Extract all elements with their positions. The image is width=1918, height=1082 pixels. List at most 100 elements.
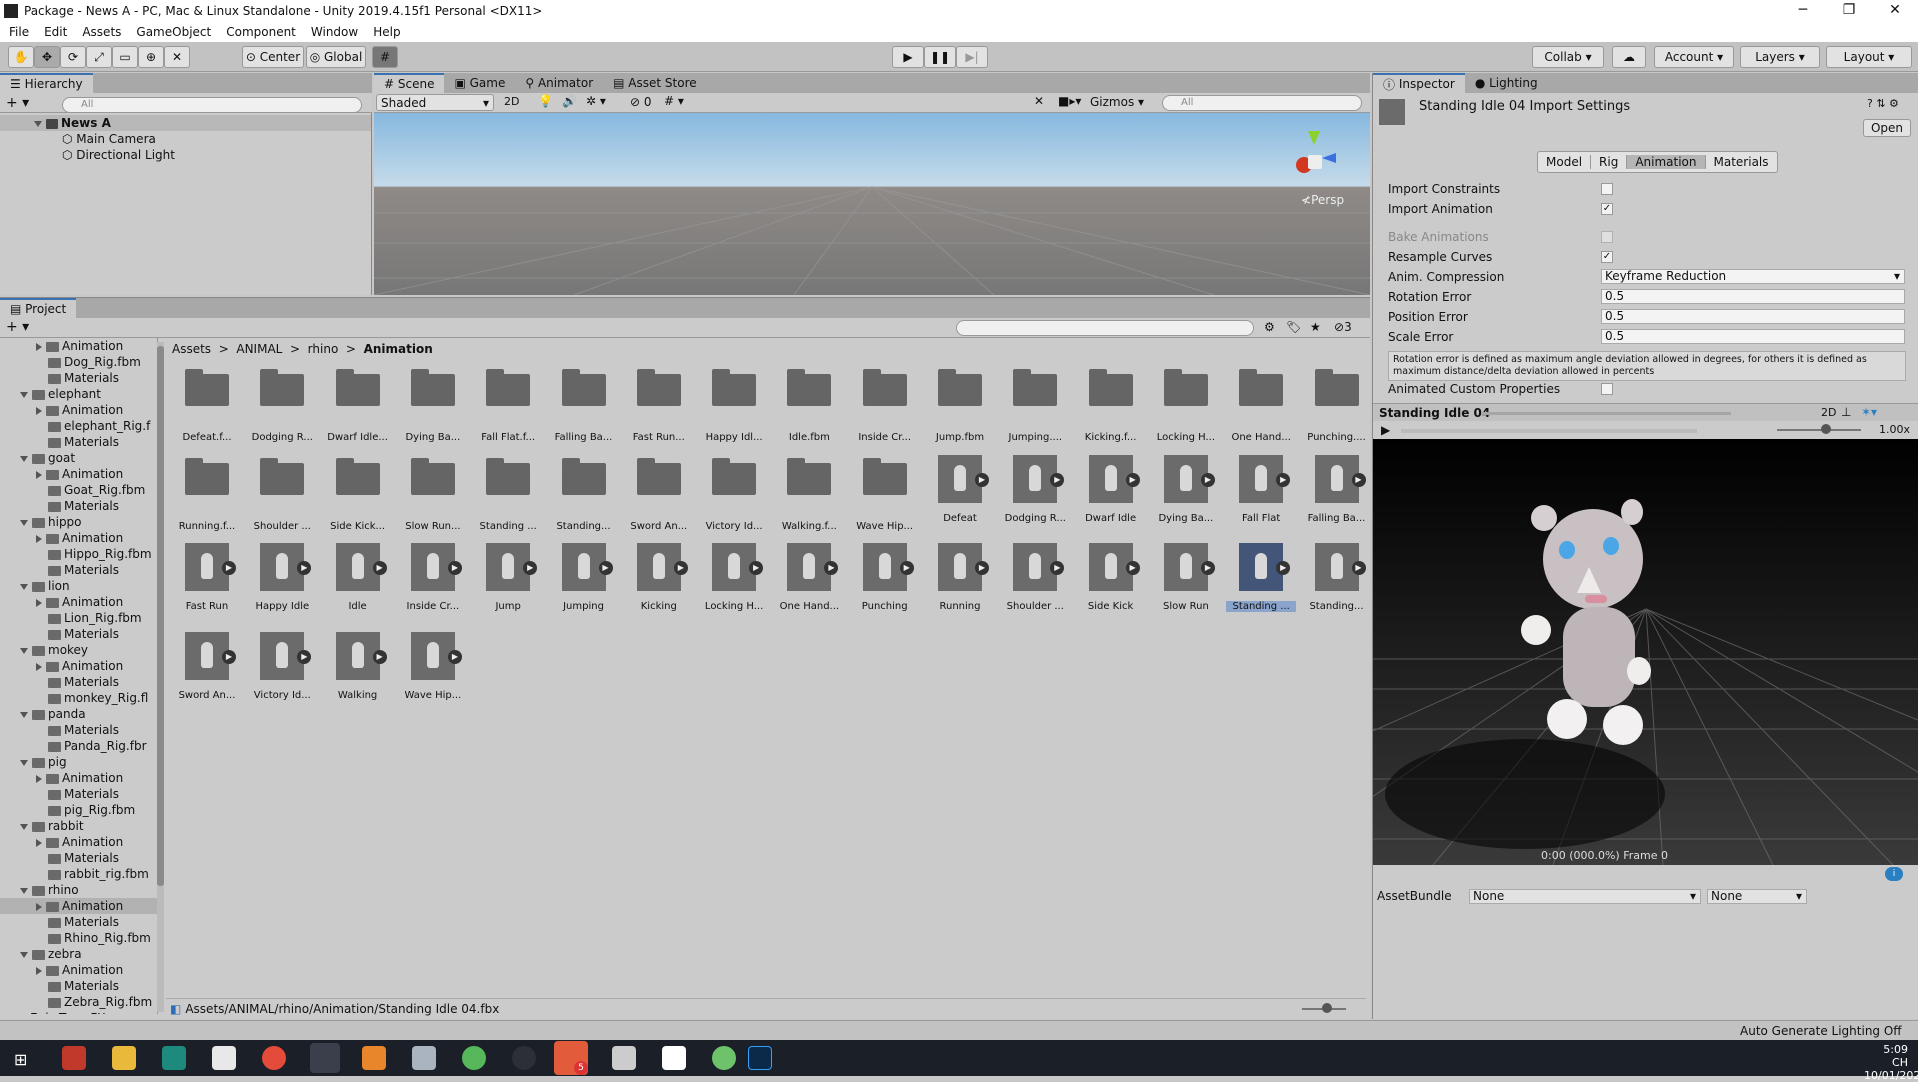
tree-item[interactable]: rhino	[0, 882, 157, 898]
tree-item[interactable]: Animation	[0, 338, 157, 354]
grid-toggle-icon[interactable]: # ▾	[664, 94, 684, 108]
avatar-icon[interactable]: ✶▾	[1861, 405, 1877, 419]
preview-play-icon[interactable]: ▶	[1381, 423, 1390, 437]
asset-folder[interactable]: Running.f...	[172, 451, 242, 532]
asset-animation-clip[interactable]: ▶ Fall Flat	[1226, 451, 1296, 529]
play-icon[interactable]: ▶	[523, 561, 538, 575]
asset-animation-clip[interactable]: ▶ Standing...	[1302, 539, 1372, 617]
tree-item[interactable]: Materials	[0, 370, 157, 386]
unity-hub-icon[interactable]	[310, 1043, 340, 1073]
asset-animation-clip[interactable]: ▶ Inside Cr...	[398, 539, 468, 617]
add-icon[interactable]: + ▾	[6, 95, 29, 111]
minimize-icon[interactable]: ─	[1780, 0, 1826, 22]
menu-help[interactable]: Help	[373, 25, 400, 39]
asset-animation-clip[interactable]: ▶ Fast Run	[172, 539, 242, 617]
asset-animation-clip[interactable]: ▶ Locking H...	[699, 539, 769, 617]
asset-folder[interactable]: Walking.f...	[774, 451, 844, 532]
asset-folder[interactable]: Defeat.f...	[172, 362, 242, 443]
play-icon[interactable]: ▶	[1351, 561, 1366, 575]
global-button[interactable]: ◎ Global	[306, 46, 366, 68]
play-icon[interactable]: ▶	[899, 561, 914, 575]
subtab-model[interactable]: Model	[1538, 155, 1592, 169]
asset-animation-clip[interactable]: ▶ Standing ...	[1226, 539, 1297, 617]
play-icon[interactable]: ▶	[598, 561, 613, 575]
tree-item[interactable]: lion	[0, 578, 157, 594]
toggle-2d-button[interactable]: 2D	[504, 95, 519, 108]
play-icon[interactable]: ▶	[297, 561, 312, 575]
subtab-animation[interactable]: Animation	[1627, 155, 1706, 169]
anim-compression-dropdown[interactable]: Keyframe Reduction ▾	[1601, 269, 1905, 284]
expand-icon[interactable]	[20, 823, 28, 830]
hidden-objects-toggle[interactable]: ⊘ 0	[630, 95, 652, 109]
scale-tool-icon[interactable]: ⤢	[86, 46, 112, 68]
assetbundle-variant-dropdown[interactable]: None ▾	[1707, 889, 1807, 904]
tree-item[interactable]: Animation	[0, 898, 157, 914]
tree-item[interactable]: Materials	[0, 674, 157, 690]
bake-animations-checkbox[interactable]	[1601, 231, 1613, 243]
tree-item[interactable]: Materials	[0, 722, 157, 738]
hierarchy-item-directional-light[interactable]: ⬡ Directional Light	[0, 147, 371, 163]
hierarchy-search-input[interactable]: All	[62, 97, 362, 113]
gizmos-dropdown[interactable]: Gizmos ▾	[1090, 95, 1144, 109]
asset-folder[interactable]: Wave Hip...	[850, 451, 920, 532]
tree-item[interactable]: Materials	[0, 562, 157, 578]
import-constraints-checkbox[interactable]	[1601, 183, 1613, 195]
tree-item[interactable]: rabbit_rig.fbm	[0, 866, 157, 882]
asset-folder[interactable]: Standing...	[549, 451, 619, 532]
scale-error-field[interactable]: 0.5	[1601, 329, 1905, 344]
play-icon[interactable]: ▶	[1125, 472, 1140, 487]
expand-icon[interactable]	[20, 519, 28, 526]
tree-item[interactable]: Rhino_Rig.fbm	[0, 930, 157, 946]
play-icon[interactable]: ▶	[372, 561, 387, 575]
rect-tool-icon[interactable]: ▭	[112, 46, 138, 68]
animation-preview-viewport[interactable]: 0:00 (000.0%) Frame 0	[1373, 439, 1918, 865]
preview-drag-bar[interactable]	[1481, 412, 1731, 415]
effects-toggle-icon[interactable]: ✲ ▾	[586, 94, 606, 108]
inspector-header-icons[interactable]: ? ⇅ ⚙	[1867, 97, 1899, 110]
tree-item[interactable]: Dog_Rig.fbm	[0, 354, 157, 370]
speed-slider-handle[interactable]	[1821, 424, 1831, 434]
breadcrumb-animal[interactable]: ANIMAL	[236, 342, 282, 356]
asset-animation-clip[interactable]: ▶ Dodging R...	[1000, 451, 1070, 529]
tree-item[interactable]: pig_Rig.fbm	[0, 802, 157, 818]
pivot-center-button[interactable]: ⊙ Center	[242, 46, 304, 68]
orientation-gizmo-icon[interactable]	[1286, 131, 1346, 191]
play-icon[interactable]: ▶	[975, 561, 989, 575]
tree-item[interactable]: monkey_Rig.fl	[0, 690, 157, 706]
app-cloud-icon[interactable]	[412, 1046, 436, 1070]
tree-item[interactable]: Materials	[0, 498, 157, 514]
asset-folder[interactable]: Fast Run...	[624, 362, 694, 443]
favorites-icon[interactable]: ★	[1310, 320, 1321, 334]
asset-folder[interactable]: Side Kick...	[323, 451, 393, 532]
asset-animation-clip[interactable]: ▶ Shoulder ...	[1000, 539, 1070, 617]
create-asset-icon[interactable]: + ▾	[6, 319, 29, 335]
tree-item[interactable]: Materials	[0, 626, 157, 642]
play-icon[interactable]: ▶	[447, 561, 462, 575]
subtab-materials[interactable]: Materials	[1706, 155, 1777, 169]
step-icon[interactable]: ▶|	[956, 46, 988, 68]
tree-item[interactable]: pig	[0, 754, 157, 770]
tree-item[interactable]: Animation	[0, 834, 157, 850]
asset-animation-clip[interactable]: ▶ Happy Idle	[247, 539, 317, 617]
audio-toggle-icon[interactable]: 🔊	[562, 94, 577, 108]
tree-item[interactable]: Animation	[0, 962, 157, 978]
menu-gameobject[interactable]: GameObject	[136, 25, 211, 39]
play-icon[interactable]: ▶	[892, 46, 924, 68]
project-search-input[interactable]	[956, 320, 1254, 336]
asset-animation-clip[interactable]: ▶ Kicking	[624, 539, 694, 617]
expand-icon[interactable]	[20, 391, 28, 398]
collab-button[interactable]: Collab ▾	[1532, 46, 1604, 68]
expand-icon[interactable]	[34, 120, 42, 127]
asset-folder[interactable]: Standing ...	[473, 451, 543, 532]
asset-animation-clip[interactable]: ▶ Running	[925, 539, 995, 617]
asset-animation-clip[interactable]: ▶ Punching	[850, 539, 920, 617]
tab-animator[interactable]: ⚲ Animator	[515, 73, 603, 93]
expand-icon[interactable]	[36, 902, 42, 911]
tree-item[interactable]: Materials	[0, 914, 157, 930]
asset-animation-clip[interactable]: ▶ Wave Hip...	[398, 628, 468, 706]
tree-item[interactable]: panda	[0, 706, 157, 722]
play-icon[interactable]: ▶	[1200, 472, 1215, 487]
tree-scrollbar[interactable]	[157, 342, 164, 1012]
asset-animation-clip[interactable]: ▶ Falling Ba...	[1302, 451, 1372, 529]
grid-snap-icon[interactable]: #	[372, 46, 398, 68]
